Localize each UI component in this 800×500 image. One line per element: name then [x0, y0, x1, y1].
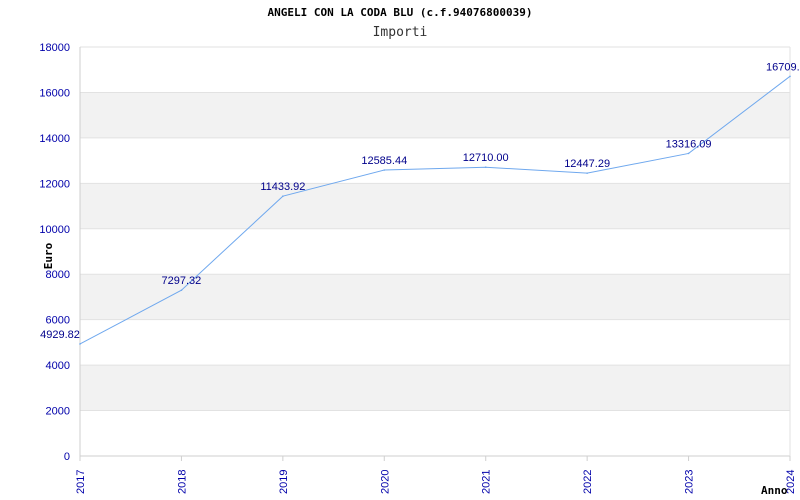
y-tick-label: 8000: [46, 269, 70, 281]
data-point: [586, 172, 588, 174]
data-point: [687, 152, 690, 155]
line-chart: 0 2000 4000 6000 8000 10000 12000 14000 16000 180…: [39, 42, 800, 497]
y-tick-label: 2000: [46, 406, 70, 418]
y-tick-label: 16000: [39, 87, 70, 99]
x-tick-labels: 2017 2018 2019 2020 2021 2022 2023 2024: [75, 470, 797, 494]
y-tick-label: 4000: [46, 360, 70, 372]
data-label: 12710.00: [463, 152, 509, 164]
y-tick-label: 14000: [39, 133, 70, 145]
y-tick-label: 12000: [39, 178, 70, 190]
x-tick-label: 2023: [684, 470, 696, 494]
x-tick-label: 2022: [582, 470, 594, 494]
x-tick-label: 2017: [75, 470, 87, 494]
data-point: [383, 169, 386, 171]
data-point: [484, 166, 487, 169]
data-label: 12447.29: [564, 158, 610, 170]
grid-band: [80, 365, 790, 411]
grid-band: [80, 92, 790, 138]
data-label: 12585.44: [361, 155, 407, 167]
y-tick-label: 6000: [46, 315, 70, 327]
y-tick-label: 18000: [39, 42, 70, 54]
y-tick-label: 0: [64, 451, 70, 463]
data-point: [79, 343, 81, 345]
x-tick-label: 2020: [379, 470, 391, 494]
grid-band: [80, 183, 790, 229]
y-axis-label: Euro: [42, 242, 55, 269]
data-label: 11433.92: [260, 181, 305, 193]
x-axis-label: Anno: [761, 484, 788, 497]
x-tick-label: 2021: [481, 470, 493, 494]
data-point: [180, 289, 183, 291]
x-tick-label: 2019: [278, 470, 290, 494]
data-label: 13316.09: [666, 138, 712, 150]
y-tick-label: 10000: [39, 224, 70, 236]
data-point: [282, 195, 284, 197]
data-label: 4929.82: [40, 329, 80, 341]
data-label: 7297.32: [162, 275, 202, 287]
data-label: 16709.: [766, 61, 800, 73]
x-tick-label: 2018: [176, 470, 188, 494]
data-point: [789, 75, 791, 78]
